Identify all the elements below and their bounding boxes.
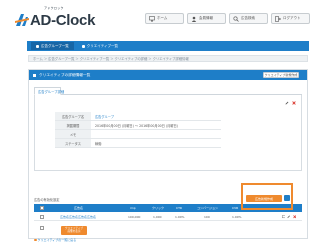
member-info-button-label: 会員情報 (199, 16, 213, 20)
column-header: コンバージョン (197, 206, 218, 210)
tab-creatives-label: クリエイティブ一覧 (86, 43, 119, 48)
back-to-list-label: クリエイティブの一覧に戻る (37, 238, 77, 242)
delete-icon[interactable] (292, 215, 297, 219)
new-creative-button[interactable]: クリエイティブ新規作成 (263, 72, 299, 78)
user-icon (191, 16, 197, 22)
cell-cv: 100 (204, 215, 210, 219)
home-button[interactable]: ホーム (145, 13, 184, 24)
table-row: 広告名広告名広告名広告名 100,000 1,000 1.00% 100 1.0… (34, 213, 302, 221)
panel-header: クリエイティブの詳細情報一覧 クリエイティブ新規作成 (29, 70, 307, 80)
info-actions (285, 101, 296, 105)
edit-icon[interactable] (285, 101, 289, 105)
list-icon (81, 44, 85, 48)
logo-mark-icon (15, 14, 29, 26)
row-actions (281, 215, 297, 219)
column-header: 広告名 (74, 206, 84, 210)
info-value: 2016年00月00日 (月曜日) ～ 2016年00月00日 (月曜日) (95, 123, 178, 128)
info-label: ステータス (55, 139, 91, 147)
logo[interactable]: AD-Clock アドクロック (14, 6, 96, 31)
logo-subtitle: アドクロック (44, 6, 64, 10)
edit-icon[interactable] (287, 215, 291, 219)
sub-tab-bar: 広告グループ詳細 (34, 87, 302, 95)
info-label: 広告グループ名 (55, 112, 91, 120)
creative-detail-panel: クリエイティブの詳細情報一覧 クリエイティブ新規作成 広告グループ詳細 広告グル… (28, 69, 308, 242)
select-all-checkbox[interactable] (40, 206, 44, 210)
search-icon (233, 15, 239, 22)
cell-ctr: 1.00% (175, 215, 185, 219)
header-buttons: ホーム 会員情報 広告検索 ログアウト (145, 13, 310, 24)
ad-group-info: 広告グループ名 広告グループ 掲載期間 2016年00月00日 (月曜日) ～ … (34, 95, 302, 171)
ad-name-link[interactable]: 広告名広告名広告名広告名 (60, 215, 96, 219)
arrow-bullet-icon (34, 238, 37, 242)
tab-creatives[interactable]: クリエイティブ一覧 (77, 42, 123, 50)
info-label: メモ (55, 130, 91, 138)
monitor-icon (149, 15, 155, 21)
info-row-memo: メモ (55, 130, 221, 139)
panel-header-icon (33, 73, 36, 77)
logout-button[interactable]: ログアウト (271, 13, 310, 24)
member-info-button[interactable]: 会員情報 (187, 13, 226, 24)
info-value-link[interactable]: 広告グループ (91, 112, 221, 120)
tab-ad-groups-label: 広告グループ一覧 (41, 43, 69, 48)
column-header: クリック (152, 206, 165, 210)
logo-text: AD-Clock (30, 11, 96, 29)
column-header: imp (130, 206, 136, 210)
breadcrumb: ホーム ＞ 広告グループ一覧 ＞ クリエイティブ一覧 ＞ クリエイティブの詳細 … (28, 55, 308, 62)
main-nav: 広告グループ一覧 クリエイティブ一覧 (27, 41, 309, 51)
tab-ad-group-detail[interactable]: 広告グループ詳細 (34, 87, 65, 95)
info-value (91, 130, 221, 138)
column-header: CVR (232, 206, 239, 210)
list-icon (36, 44, 39, 48)
ad-search-button-label: 広告検索 (241, 16, 255, 20)
cell-cvr: 1.00% (232, 215, 242, 219)
logout-button-label: ログアウト (283, 16, 301, 20)
info-value: 稼働 (95, 141, 102, 146)
new-creative-button-label: クリエイティブ新規作成 (264, 73, 298, 77)
back-to-list-link[interactable]: クリエイティブの一覧に戻る (34, 238, 76, 242)
ad-search-button[interactable]: 広告検索 (229, 13, 268, 24)
row-checkbox[interactable] (40, 215, 44, 219)
info-label: 掲載期間 (55, 121, 91, 129)
cell-click: 1,000 (153, 215, 162, 219)
delete-icon[interactable] (292, 101, 296, 105)
list-section-label: 広告の有効化設定 (34, 198, 60, 202)
row-checkbox[interactable] (40, 226, 44, 230)
tab-ad-group-detail-label: 広告グループ詳細 (38, 89, 65, 94)
panel-title: クリエイティブの詳細情報一覧 (39, 72, 91, 77)
tab-ad-groups[interactable]: 広告グループ一覧 (31, 42, 74, 50)
home-button-label: ホーム (157, 16, 168, 20)
view-image-button[interactable]: クリエイティブ 画像を表示 (61, 226, 87, 235)
info-row-period: 掲載期間 2016年00月00日 (月曜日) ～ 2016年00月00日 (月曜… (55, 121, 221, 130)
logout-icon (275, 15, 281, 22)
info-row-status: ステータス 稼働 (55, 139, 221, 148)
info-row-group-name: 広告グループ名 広告グループ (55, 112, 221, 121)
column-header: CTR (176, 206, 183, 210)
cell-imp: 100,000 (128, 215, 141, 219)
preview-icon[interactable] (281, 215, 286, 219)
highlight-frame (241, 183, 293, 210)
